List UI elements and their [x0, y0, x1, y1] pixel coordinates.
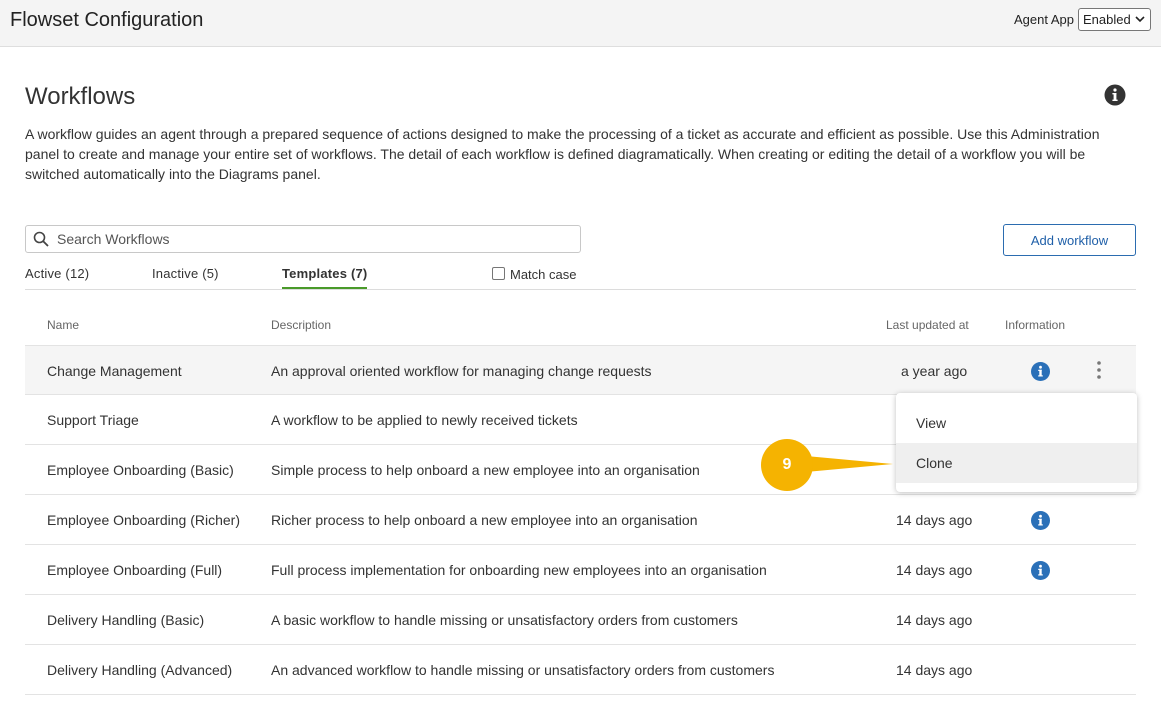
info-icon[interactable] — [1031, 561, 1050, 580]
chevron-down-icon — [1135, 16, 1145, 23]
workflow-name: Employee Onboarding (Full) — [47, 562, 223, 578]
tab-active[interactable]: Active (12) — [25, 266, 89, 287]
workflow-description: A basic workflow to handle missing or un… — [271, 612, 738, 628]
workflow-description: An approval oriented workflow for managi… — [271, 363, 652, 379]
info-icon[interactable] — [1031, 511, 1050, 530]
search-input[interactable] — [57, 231, 557, 247]
page-description: A workflow guides an agent through a pre… — [25, 126, 1100, 182]
workflow-description: An advanced workflow to handle missing o… — [271, 662, 775, 678]
table-row[interactable]: Employee Onboarding (Richer) Richer proc… — [25, 495, 1136, 545]
column-header-information: Information — [1005, 318, 1066, 332]
workflow-updated: 14 days ago — [896, 512, 973, 528]
workflow-updated: 14 days ago — [896, 562, 973, 578]
search-icon — [33, 231, 49, 247]
app-title: Flowset Configuration — [10, 9, 204, 31]
row-context-menu: View Clone — [896, 393, 1137, 492]
workflow-updated: 14 days ago — [896, 662, 973, 678]
menu-item-view[interactable]: View — [896, 403, 1137, 443]
agent-app-label: Agent App — [1014, 12, 1074, 27]
workflow-name: Delivery Handling (Advanced) — [47, 662, 233, 678]
tab-inactive[interactable]: Inactive (5) — [152, 266, 219, 287]
workflow-name: Delivery Handling (Basic) — [47, 612, 205, 628]
top-bar: Flowset Configuration Agent App Enabled — [0, 0, 1161, 47]
match-case-label: Match case — [510, 267, 577, 282]
agent-app-value: Enabled — [1083, 12, 1131, 27]
workflow-description: Simple process to help onboard a new emp… — [271, 462, 700, 478]
workflow-name: Support Triage — [47, 412, 139, 428]
info-icon[interactable] — [1104, 84, 1126, 106]
match-case-option[interactable]: Match case — [492, 267, 576, 282]
agent-app-control: Agent App Enabled — [1014, 8, 1151, 31]
workflow-name: Employee Onboarding (Richer) — [47, 512, 240, 528]
annotation-badge: 9 — [782, 456, 792, 473]
add-workflow-button[interactable]: Add workflow — [1003, 224, 1136, 256]
column-header-updated[interactable]: Last updated at — [886, 318, 969, 332]
info-icon[interactable] — [1031, 362, 1050, 381]
column-header-name[interactable]: Name — [47, 318, 79, 332]
workflow-description: Full process implementation for onboardi… — [271, 562, 767, 578]
kebab-menu-icon[interactable] — [1094, 360, 1104, 380]
workflow-description: Richer process to help onboard a new emp… — [271, 512, 698, 528]
workflow-description: A workflow to be applied to newly receiv… — [271, 412, 578, 428]
menu-item-clone[interactable]: Clone — [896, 443, 1137, 483]
column-header-description[interactable]: Description — [271, 318, 331, 332]
tab-templates[interactable]: Templates (7) — [282, 266, 368, 289]
agent-app-select[interactable]: Enabled — [1078, 8, 1151, 31]
workflow-tabs: Active (12) Inactive (5) Templates (7) M… — [25, 264, 1136, 290]
workflow-name: Change Management — [47, 363, 182, 379]
table-row[interactable]: Employee Onboarding (Full) Full process … — [25, 545, 1136, 595]
table-row[interactable]: Delivery Handling (Advanced) An advanced… — [25, 645, 1136, 695]
search-box — [25, 225, 581, 253]
table-row[interactable]: Change Management An approval oriented w… — [25, 345, 1136, 395]
match-case-checkbox[interactable] — [492, 267, 505, 280]
page-title: Workflows — [25, 83, 136, 110]
workflow-updated: a year ago — [901, 363, 968, 379]
workflow-name: Employee Onboarding (Basic) — [47, 462, 234, 478]
workflow-updated: 14 days ago — [896, 612, 973, 628]
table-row[interactable]: Delivery Handling (Basic) A basic workfl… — [25, 595, 1136, 645]
